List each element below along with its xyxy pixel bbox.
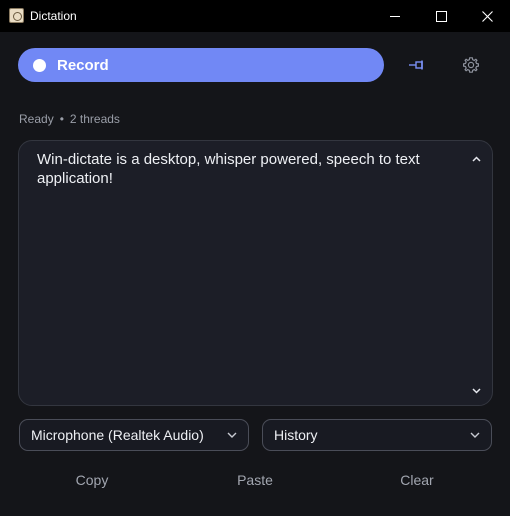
chevron-down-icon [471, 388, 481, 394]
minimize-icon [390, 15, 400, 17]
scroll-track[interactable] [474, 171, 478, 379]
pin-icon [409, 60, 423, 70]
clear-button[interactable]: Clear [367, 472, 467, 488]
transcript-textbox[interactable]: Win-dictate is a desktop, whisper powere… [18, 140, 493, 406]
scroll-up-button[interactable] [470, 153, 482, 165]
close-button[interactable] [464, 0, 510, 32]
dictation-app-icon [9, 8, 24, 23]
chevron-down-icon [226, 429, 238, 441]
minimize-button[interactable] [372, 0, 418, 32]
status-line: Ready • 2 threads [19, 112, 120, 126]
status-separator: • [59, 112, 64, 126]
history-select[interactable]: History [262, 419, 492, 451]
maximize-icon [435, 10, 447, 22]
status-state: Ready [19, 112, 54, 126]
chevron-up-icon [471, 156, 481, 162]
scroll-down-button[interactable] [470, 385, 482, 397]
close-icon [481, 10, 493, 22]
transcript-text[interactable]: Win-dictate is a desktop, whisper powere… [37, 150, 462, 188]
chevron-down-icon [469, 429, 481, 441]
status-threads: 2 threads [69, 112, 120, 126]
pin-button[interactable] [405, 54, 429, 76]
microphone-select-value: Microphone (Realtek Audio) [31, 427, 204, 443]
record-button[interactable]: Record [18, 48, 384, 82]
title-bar: Dictation [0, 0, 510, 32]
record-label: Record [57, 56, 109, 74]
window-title: Dictation [30, 9, 77, 23]
copy-button[interactable]: Copy [42, 472, 142, 488]
paste-button[interactable]: Paste [205, 472, 305, 488]
microphone-select[interactable]: Microphone (Realtek Audio) [19, 419, 249, 451]
transcript-scrollbar[interactable] [470, 153, 482, 397]
settings-button[interactable] [459, 53, 483, 77]
record-dot-icon [33, 58, 46, 72]
gear-icon [463, 57, 479, 73]
history-select-value: History [274, 427, 318, 443]
maximize-button[interactable] [418, 0, 464, 32]
